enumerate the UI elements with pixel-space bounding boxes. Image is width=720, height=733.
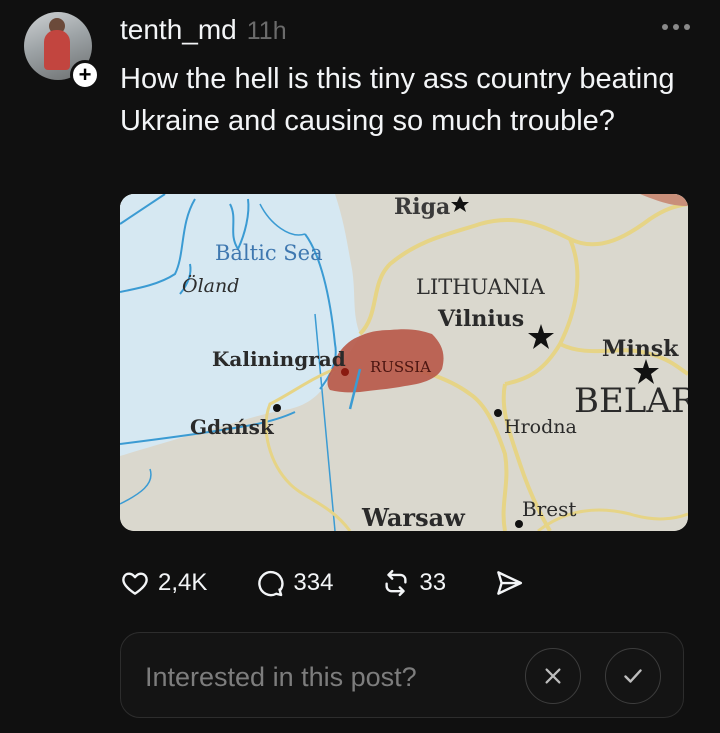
repost-button[interactable]: 33 bbox=[381, 568, 446, 598]
map-label-minsk: Minsk bbox=[602, 336, 679, 362]
map-label-gdansk: Gdańsk bbox=[190, 415, 275, 439]
interested-button[interactable] bbox=[605, 648, 661, 704]
heart-icon bbox=[122, 572, 148, 595]
follow-button[interactable]: + bbox=[70, 60, 100, 90]
reply-button[interactable]: 334 bbox=[255, 568, 333, 598]
like-count: 2,4K bbox=[158, 569, 208, 596]
map-label-vilnius: Vilnius bbox=[437, 306, 524, 332]
comment-icon bbox=[258, 570, 284, 597]
repost-count: 33 bbox=[419, 569, 447, 596]
repost-icon bbox=[385, 569, 407, 597]
share-icon bbox=[497, 571, 523, 595]
map-label-lithuania: LITHUANIA bbox=[416, 275, 545, 299]
post-image-map[interactable]: Riga Baltic Sea Öland LITHUANIA Vilnius … bbox=[120, 194, 688, 531]
map-label-baltic-sea: Baltic Sea bbox=[215, 241, 323, 265]
post-actions: 2,4K 334 33 bbox=[120, 563, 524, 603]
share-button[interactable] bbox=[494, 568, 524, 598]
more-icon[interactable] bbox=[662, 24, 690, 30]
like-button[interactable]: 2,4K bbox=[120, 568, 207, 598]
post-header: tenth_md 11h bbox=[120, 14, 287, 46]
reply-count: 334 bbox=[293, 569, 334, 596]
map-svg: Riga Baltic Sea Öland LITHUANIA Vilnius … bbox=[120, 194, 688, 531]
check-icon bbox=[624, 669, 642, 683]
map-label-belarus: BELAR bbox=[574, 381, 688, 421]
close-icon bbox=[545, 668, 561, 684]
map-label-riga: Riga bbox=[394, 194, 450, 220]
map-label-brest: Brest bbox=[522, 497, 576, 521]
plus-icon: + bbox=[78, 62, 92, 87]
map-label-hrodna: Hrodna bbox=[504, 416, 577, 438]
map-label-oland: Öland bbox=[182, 274, 239, 297]
interest-prompt: Interested in this post? bbox=[120, 632, 684, 718]
username[interactable]: tenth_md bbox=[120, 14, 237, 46]
map-label-warsaw: Warsaw bbox=[361, 503, 466, 531]
not-interested-button[interactable] bbox=[525, 648, 581, 704]
map-label-kaliningrad: Kaliningrad bbox=[212, 347, 346, 371]
interest-question: Interested in this post? bbox=[145, 662, 417, 692]
map-label-russia: RUSSIA bbox=[370, 358, 431, 376]
avatar[interactable]: + bbox=[24, 12, 100, 90]
post-time[interactable]: 11h bbox=[247, 17, 287, 46]
post-text: How the hell is this tiny ass country be… bbox=[120, 63, 675, 137]
